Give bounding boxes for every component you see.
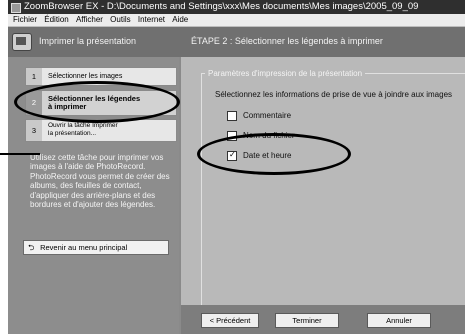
content-panel: Paramètres d'impression de la présentati… (181, 57, 465, 320)
highlight-oval-step2 (14, 81, 180, 123)
highlight-oval-date-time (197, 133, 351, 175)
step-title: ÉTAPE 2 : Sélectionner les légendes à im… (191, 36, 383, 46)
title-bar: ZoomBrowser EX - D:\Documents and Settin… (8, 0, 465, 14)
step-label-line1: Ouvrir la tâche Imprimer (48, 122, 118, 129)
group-title: Paramètres d'impression de la présentati… (205, 69, 366, 78)
task-header: Imprimer la présentation ÉTAPE 2 : Sélec… (8, 27, 465, 57)
step-label: Sélectionner les images (48, 73, 123, 80)
cancel-button[interactable]: Annuler (367, 313, 431, 328)
step-number: 3 (26, 120, 42, 141)
finish-button[interactable]: Terminer (275, 313, 339, 328)
section-title: Imprimer la présentation (39, 36, 137, 46)
printer-icon (12, 33, 32, 51)
option-label: Commentaire (243, 111, 292, 120)
app-icon (11, 3, 21, 13)
menu-edition[interactable]: Édition (44, 14, 68, 26)
task-description: Utilisez cette tâche pour imprimer vos i… (30, 153, 170, 210)
callout-pointer-line (0, 153, 40, 155)
step-label-line2: la présentation... (48, 130, 97, 137)
return-arrow-icon: ⮌ (28, 243, 35, 252)
comment-checkbox[interactable] (227, 111, 237, 121)
print-settings-group (201, 73, 465, 320)
previous-button[interactable]: < Précédent (201, 313, 259, 328)
menu-aide[interactable]: Aide (172, 14, 188, 26)
menu-outils[interactable]: Outils (110, 14, 130, 26)
wizard-footer: < Précédent Terminer Annuler (181, 305, 465, 334)
menu-afficher[interactable]: Afficher (76, 14, 103, 26)
window-title: ZoomBrowser EX - D:\Documents and Settin… (24, 1, 419, 12)
menu-fichier[interactable]: Fichier (13, 14, 37, 26)
back-to-main-menu-button[interactable]: ⮌ Revenir au menu principal (23, 240, 169, 255)
menu-bar: Fichier Édition Afficher Outils Internet… (8, 14, 465, 27)
back-button-label: Revenir au menu principal (40, 243, 128, 252)
instruction-text: Sélectionnez les informations de prise d… (215, 90, 453, 99)
step-number: 1 (26, 68, 42, 85)
menu-internet[interactable]: Internet (138, 14, 165, 26)
